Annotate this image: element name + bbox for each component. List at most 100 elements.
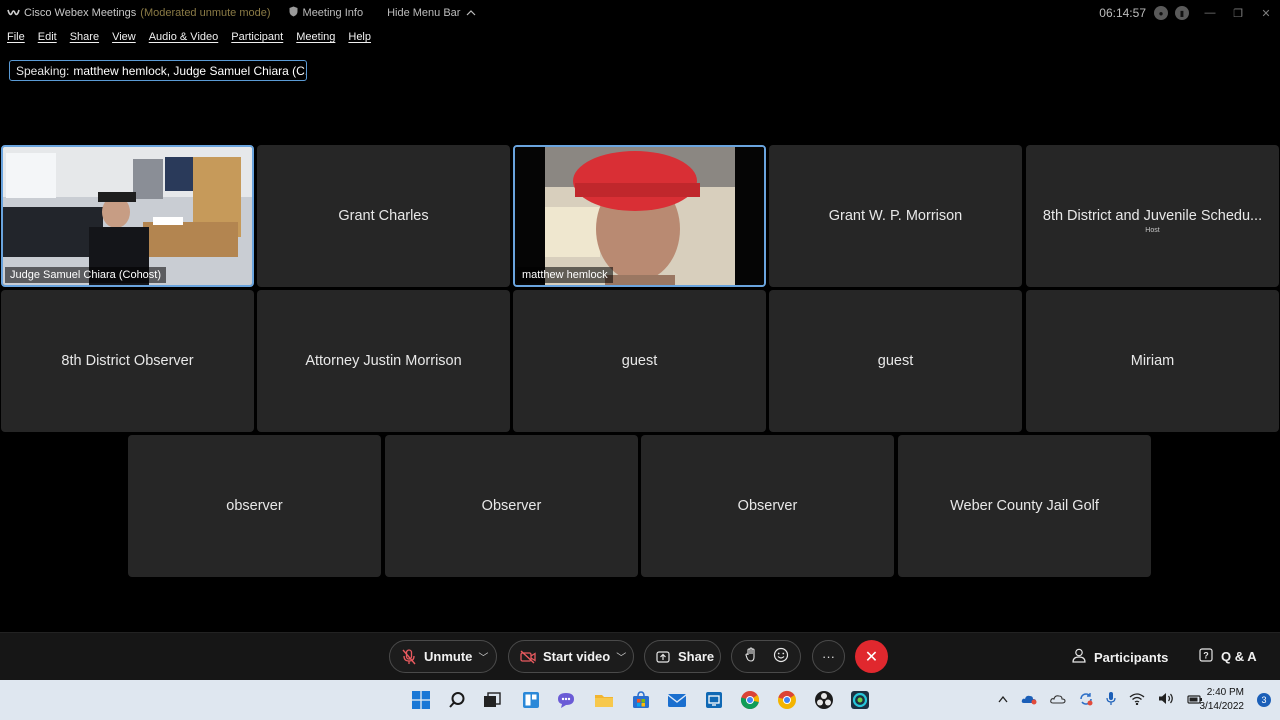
unmute-mode-label: (Moderated unmute mode) [140, 7, 271, 19]
active-speaker-indicator: Speaking: matthew hemlock, Judge Samuel … [9, 60, 307, 81]
meeting-info-label: Meeting Info [302, 7, 364, 19]
chat-icon[interactable] [554, 688, 578, 712]
qa-icon: ? [1199, 648, 1213, 665]
more-options-button[interactable]: ··· [812, 640, 845, 673]
host-label: Host [1145, 227, 1160, 234]
end-call-button[interactable]: ✕ [855, 640, 888, 673]
svg-text:?: ? [1203, 651, 1209, 661]
participant-name: Grant W. P. Morrison [828, 208, 963, 224]
menu-participant[interactable]: Participant [231, 31, 283, 43]
hide-menu-bar-button[interactable]: Hide Menu Bar [387, 7, 476, 19]
participant-tile[interactable]: 8th District Observer [1, 290, 254, 432]
clock-time: 2:40 PM [1206, 687, 1244, 698]
connection-status-icon[interactable]: ▮ [1175, 6, 1189, 20]
participant-tile[interactable]: Grant W. P. Morrison [769, 145, 1022, 287]
start-video-button[interactable]: Start video ﹀ [508, 640, 634, 673]
qa-button[interactable]: ? Q & A [1199, 648, 1257, 665]
menu-bar: File Edit Share View Audio & Video Parti… [0, 28, 384, 46]
close-window-button[interactable]: ✕ [1252, 0, 1280, 26]
search-icon[interactable] [445, 688, 469, 712]
microsoft-store-icon[interactable] [629, 688, 653, 712]
meeting-controls-bar: Unmute ﹀ Start video ﹀ Share ··· ✕ Parti… [0, 632, 1280, 680]
meeting-info-button[interactable]: Meeting Info [289, 6, 364, 20]
chrome-beta-icon[interactable] [775, 688, 799, 712]
cloud-icon[interactable] [1050, 693, 1066, 708]
remote-desktop-icon[interactable] [702, 688, 726, 712]
share-button[interactable]: Share [644, 640, 721, 673]
participant-name: Observer [481, 498, 542, 514]
obs-studio-icon[interactable] [812, 688, 836, 712]
participant-name: Grant Charles [338, 208, 429, 224]
participant-tile[interactable]: Grant Charles [257, 145, 510, 287]
participant-name: Observer [737, 498, 798, 514]
reactions-icon[interactable] [773, 647, 789, 666]
matthew-video-feed [515, 147, 764, 285]
webex-taskbar-icon[interactable] [848, 688, 872, 712]
recording-status-icon[interactable]: ● [1154, 6, 1168, 20]
menu-view[interactable]: View [112, 31, 136, 43]
widgets-icon[interactable] [519, 688, 543, 712]
chevron-down-icon[interactable]: ﹀ [478, 649, 488, 664]
volume-icon[interactable] [1158, 692, 1174, 708]
mail-icon[interactable] [665, 688, 689, 712]
system-clock[interactable]: 2:40 PM 3/14/2022 [1200, 686, 1245, 714]
share-icon [654, 650, 672, 664]
clock-date: 3/14/2022 [1199, 701, 1245, 712]
notification-badge[interactable]: 3 [1257, 693, 1271, 707]
video-tile-matthew[interactable]: matthew hemlock [513, 145, 766, 287]
chevron-up-icon[interactable] [998, 695, 1008, 706]
speaking-label: Speaking: [16, 63, 70, 78]
raise-hand-icon[interactable] [744, 647, 758, 666]
chrome-icon[interactable] [738, 688, 762, 712]
menu-edit[interactable]: Edit [38, 31, 57, 43]
menu-share[interactable]: Share [70, 31, 99, 43]
file-explorer-icon[interactable] [592, 688, 616, 712]
share-label: Share [678, 649, 715, 664]
unmute-label: Unmute [424, 649, 473, 664]
participant-tile-host[interactable]: 8th District and Juvenile Schedu... Host [1026, 145, 1279, 287]
more-icon: ··· [822, 649, 835, 664]
task-view-icon[interactable] [480, 688, 504, 712]
participants-icon [1072, 648, 1086, 666]
start-video-label: Start video [543, 649, 611, 664]
menu-help[interactable]: Help [348, 31, 371, 43]
muted-microphone-icon [400, 648, 418, 665]
participant-name: Attorney Justin Morrison [305, 353, 462, 369]
minimize-button[interactable]: — [1196, 0, 1224, 26]
chevron-down-icon[interactable]: ﹀ [616, 649, 626, 664]
judge-video-feed [3, 147, 252, 285]
restore-button[interactable]: ❐ [1224, 0, 1252, 26]
participant-name: guest [877, 353, 914, 369]
microphone-icon[interactable] [1106, 691, 1116, 709]
participant-tile[interactable]: Weber County Jail Golf [898, 435, 1151, 577]
menu-meeting[interactable]: Meeting [296, 31, 335, 43]
reactions-group [731, 640, 801, 673]
unmute-button[interactable]: Unmute ﹀ [389, 640, 497, 673]
menu-audio-video[interactable]: Audio & Video [149, 31, 219, 43]
participant-tile[interactable]: guest [513, 290, 766, 432]
participants-button[interactable]: Participants [1072, 648, 1168, 666]
participant-tile[interactable]: Attorney Justin Morrison [257, 290, 510, 432]
app-title: Cisco Webex Meetings [24, 7, 137, 19]
participant-tile[interactable]: guest [769, 290, 1022, 432]
sync-icon[interactable] [1079, 692, 1093, 709]
tile-caption: matthew hemlock [517, 267, 613, 283]
onedrive-icon[interactable] [1021, 693, 1037, 708]
windows-start-icon[interactable] [409, 688, 433, 712]
participant-tile[interactable]: observer [128, 435, 381, 577]
participant-name: 8th District and Juvenile Schedu... [1042, 208, 1263, 224]
video-tile-judge[interactable]: Judge Samuel Chiara (Cohost) [1, 145, 254, 287]
hide-menu-bar-label: Hide Menu Bar [387, 7, 461, 19]
participant-tile[interactable]: Miriam [1026, 290, 1279, 432]
menu-file[interactable]: File [7, 31, 25, 43]
tile-caption: Judge Samuel Chiara (Cohost) [5, 267, 167, 283]
close-icon: ✕ [864, 648, 879, 666]
participant-tile[interactable]: Observer [385, 435, 638, 577]
participant-name: guest [621, 353, 658, 369]
participant-name: observer [226, 498, 283, 514]
participant-tile[interactable]: Observer [641, 435, 894, 577]
participant-name: Miriam [1130, 353, 1175, 369]
participant-name: 8th District Observer [61, 353, 194, 369]
wifi-icon[interactable] [1129, 692, 1145, 708]
meeting-clock: 06:14:57 [1099, 6, 1146, 20]
